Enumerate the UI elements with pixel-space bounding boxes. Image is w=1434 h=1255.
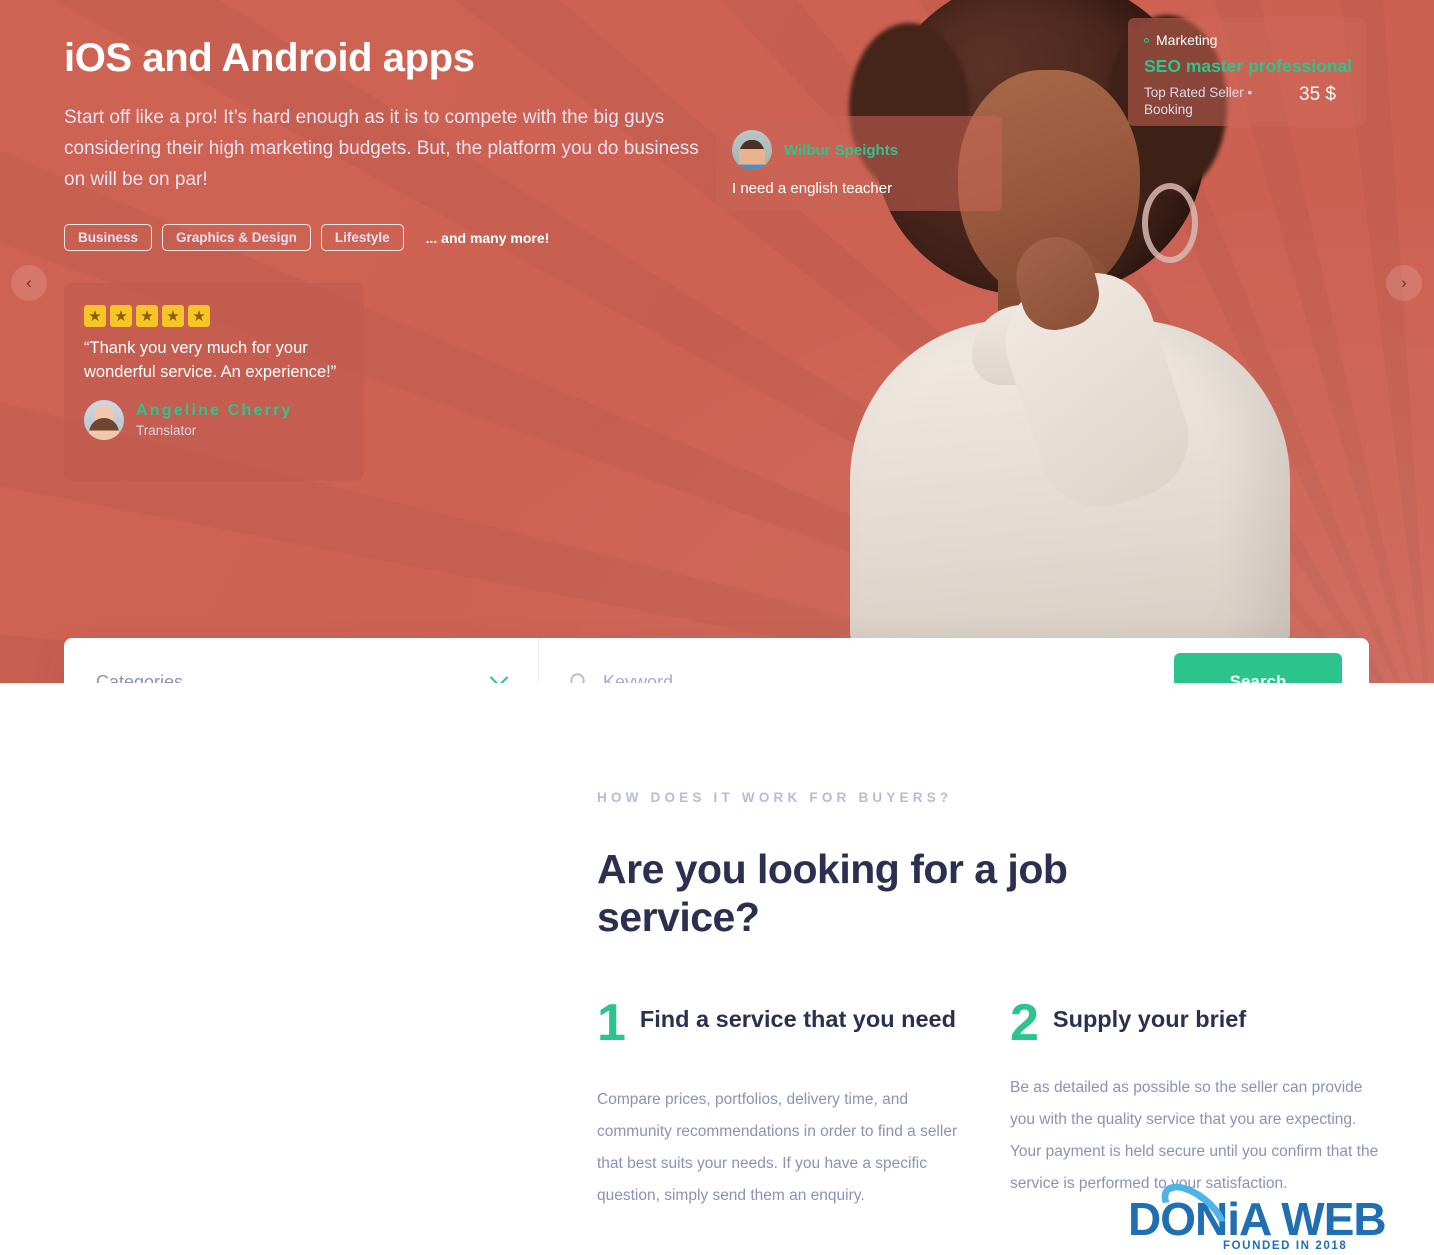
step-item: 2 Supply your brief Be as detailed as po… (1010, 994, 1387, 1212)
carousel-prev-arrow-icon[interactable]: ‹ (11, 265, 47, 301)
carousel-next-arrow-icon[interactable]: › (1386, 265, 1422, 301)
star-icon: ★ (136, 305, 158, 327)
hero-title: iOS and Android apps (64, 36, 475, 80)
page-title: Are you looking for a job service? (597, 846, 1068, 940)
step-number: 1 (597, 994, 626, 1052)
testimonial-quote: “Thank you very much for your wonderful … (84, 339, 337, 381)
hero-tag-list: Business Graphics & Design Lifestyle ...… (64, 224, 549, 251)
step-body: Be as detailed as possible so the seller… (1010, 1079, 1379, 1192)
star-icon: ★ (188, 305, 210, 327)
step-body: Compare prices, portfolios, delivery tim… (597, 1091, 958, 1204)
service-price: 35 $ (1299, 84, 1336, 105)
star-icon: ★ (162, 305, 184, 327)
service-meta: Top Rated Seller • Booking (1144, 85, 1253, 117)
service-card[interactable]: Marketing SEO master professional Top Ra… (1128, 18, 1366, 126)
star-icon: ★ (84, 305, 106, 327)
rating-stars: ★ ★ ★ ★ ★ (84, 305, 344, 327)
watermark-logo: DONiA WEB FOUNDED IN 2018 (1128, 1172, 1428, 1252)
testimonial-author-role: Translator (136, 423, 197, 438)
service-category: Marketing (1144, 32, 1350, 48)
hero-section: iOS and Android apps Start off like a pr… (0, 0, 1434, 683)
step-number: 2 (1010, 994, 1039, 1052)
step-title: Find a service that you need (639, 1006, 956, 1032)
chat-message-text: I need a english teacher (732, 180, 893, 197)
steps-list: 1 Find a service that you need Compare p… (597, 994, 1387, 1212)
service-category-label: Marketing (1156, 32, 1218, 48)
hero-tag-lifestyle[interactable]: Lifestyle (320, 224, 404, 251)
hero-tag-graphics-design[interactable]: Graphics & Design (162, 224, 311, 251)
chat-message-card: Wilbur Speights I need a english teacher (716, 116, 1002, 211)
hero-tags-more-label: ... and many more! (425, 229, 550, 246)
avatar (732, 130, 772, 170)
step-title: Supply your brief (1052, 1006, 1247, 1032)
hero-tag-business[interactable]: Business (64, 224, 153, 251)
bullet-dot-icon (1144, 37, 1149, 43)
page-root: iOS and Android apps Start off like a pr… (0, 0, 1434, 1255)
star-icon: ★ (110, 305, 132, 327)
testimonial-author: Angeline Cherry Translator (84, 400, 344, 440)
service-title: SEO master professional (1144, 56, 1353, 76)
testimonial-card: ★ ★ ★ ★ ★ “Thank you very much for your … (64, 283, 364, 481)
step-item: 1 Find a service that you need Compare p… (597, 994, 974, 1212)
chat-author-name: Wilbur Speights (784, 141, 899, 159)
avatar (84, 400, 124, 440)
hero-subtitle: Start off like a pro! It’s hard enough a… (64, 107, 699, 190)
section-eyebrow: HOW DOES IT WORK FOR BUYERS? (597, 790, 953, 805)
testimonial-author-name: Angeline Cherry (136, 402, 293, 419)
